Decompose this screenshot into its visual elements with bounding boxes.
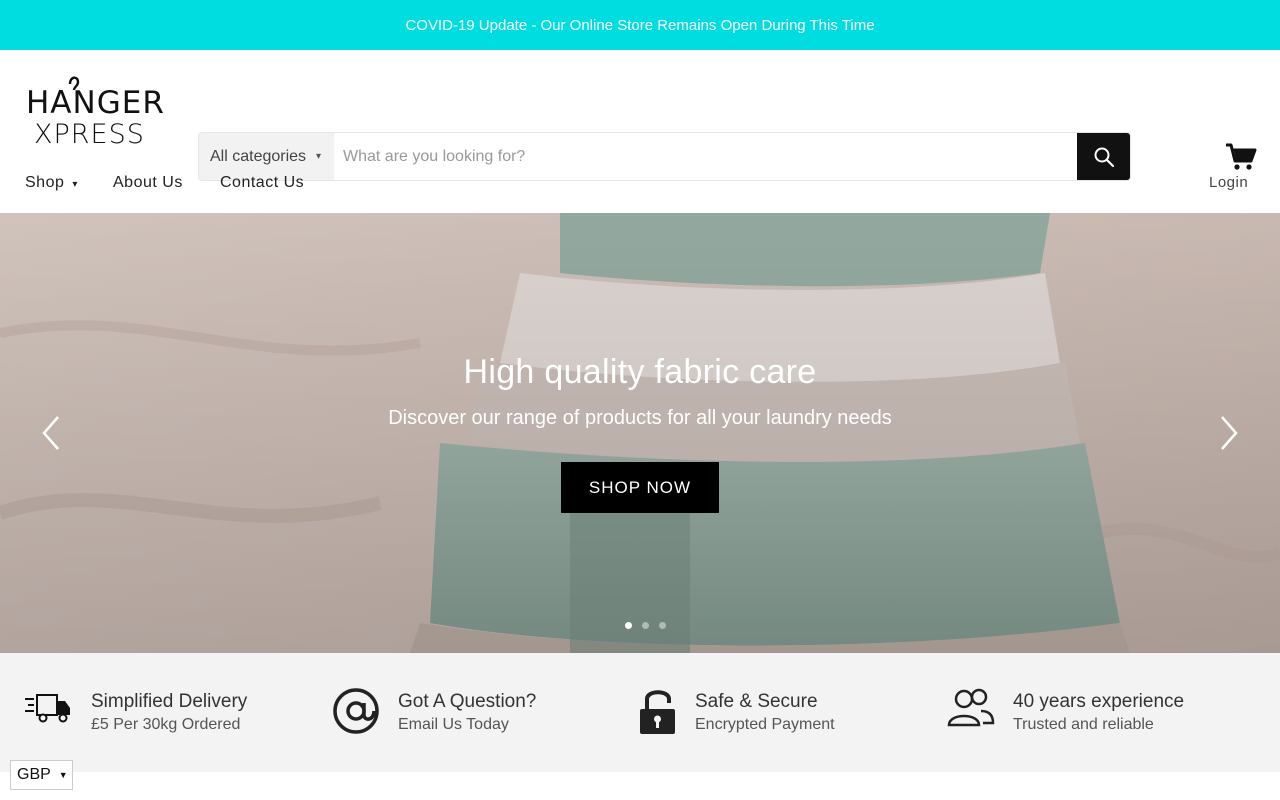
users-icon <box>947 688 995 727</box>
feature-subtitle: Encrypted Payment <box>695 716 835 733</box>
login-link[interactable]: Login <box>1209 174 1248 191</box>
slider-dot[interactable] <box>642 622 649 629</box>
site-logo[interactable]: HANGER XPRESS <box>26 70 178 146</box>
search-icon <box>1094 147 1114 167</box>
feature-title: Got A Question? <box>398 691 537 712</box>
feature-subtitle: £5 Per 30kg Ordered <box>91 716 241 733</box>
chevron-down-icon: ▾ <box>316 151 322 162</box>
features-strip: Simplified Delivery £5 Per 30kg Ordered … <box>0 653 1280 772</box>
main-nav: Shop ▾ About Us Contact Us Login <box>0 170 1280 210</box>
chevron-down-icon: ▾ <box>72 179 78 190</box>
delivery-truck-icon <box>25 694 70 723</box>
feature-subtitle: Email Us Today <box>398 716 509 733</box>
chevron-down-icon: ▼ <box>58 770 68 780</box>
slider-dot[interactable] <box>625 622 632 629</box>
logo-line1: HANGER <box>26 85 165 121</box>
slider-next-arrow-icon[interactable] <box>1216 413 1240 453</box>
feature-title: Safe & Secure <box>695 691 818 712</box>
nav-shop-label: Shop <box>25 174 65 191</box>
feature-subtitle: Trusted and reliable <box>1013 716 1154 733</box>
currency-select[interactable]: GBP ▼ <box>10 760 73 790</box>
slider-dot[interactable] <box>659 622 666 629</box>
feature-title: 40 years experience <box>1013 691 1185 712</box>
shop-now-button[interactable]: SHOP NOW <box>561 462 719 513</box>
announcement-bar: COVID-19 Update - Our Online Store Remai… <box>0 0 1280 50</box>
hero-subtitle: Discover our range of products for all y… <box>388 407 892 429</box>
cart-icon[interactable] <box>1224 142 1258 172</box>
hero-title: High quality fabric care <box>463 353 817 391</box>
nav-item-shop[interactable]: Shop ▾ <box>25 174 78 192</box>
nav-item-contact[interactable]: Contact Us <box>220 174 304 192</box>
hero-image <box>0 213 1280 653</box>
slider-prev-arrow-icon[interactable] <box>40 413 64 453</box>
at-sign-icon <box>333 688 379 734</box>
hero-slider: High quality fabric care Discover our ra… <box>0 213 1280 653</box>
announcement-text: COVID-19 Update - Our Online Store Remai… <box>405 16 875 34</box>
site-header: HANGER XPRESS All categories ▾ Shop ▾ Abo… <box>0 50 1280 213</box>
nav-item-about[interactable]: About Us <box>113 174 183 192</box>
category-select-label: All categories <box>210 147 307 165</box>
lock-icon <box>640 690 675 734</box>
slider-dots <box>625 622 666 629</box>
logo-line2: XPRESS <box>34 119 145 146</box>
currency-value: GBP <box>17 766 51 783</box>
feature-title: Simplified Delivery <box>91 691 248 712</box>
